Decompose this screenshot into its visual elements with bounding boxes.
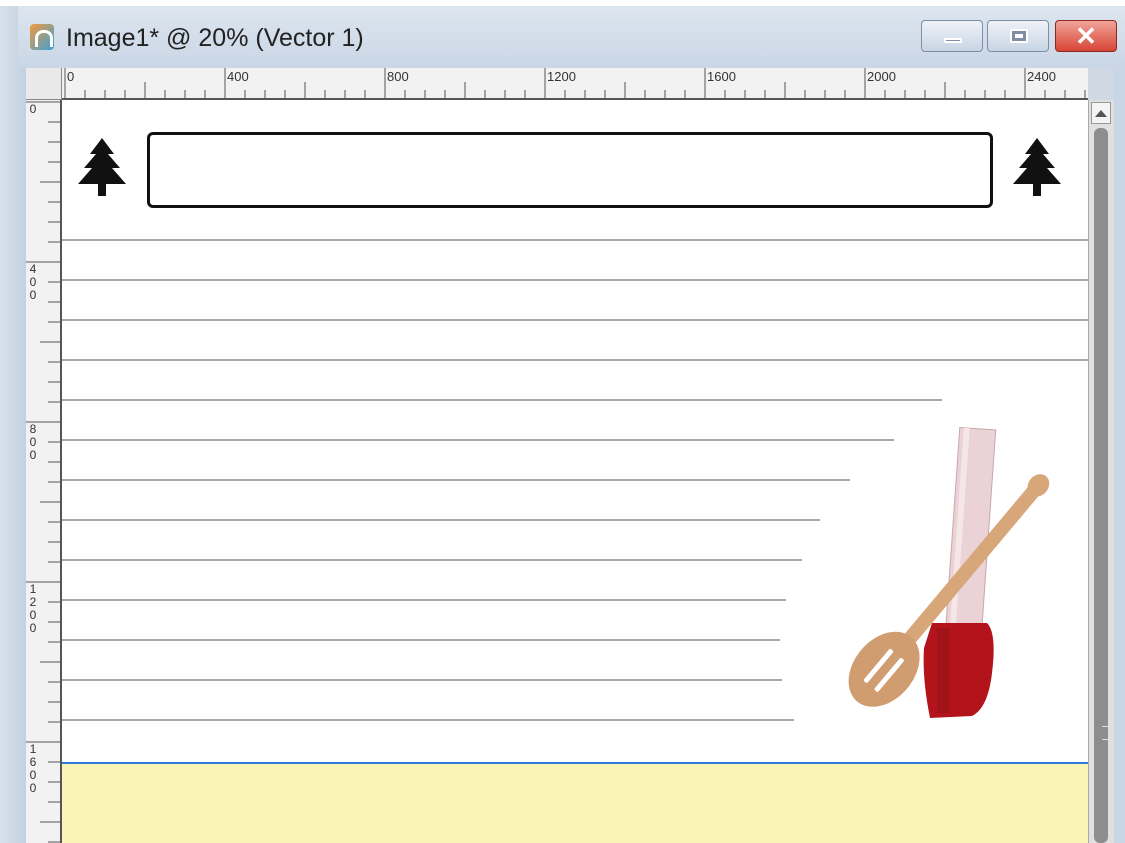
minimize-icon: [944, 38, 962, 43]
rule-line: [62, 519, 820, 521]
close-button[interactable]: ✕: [1055, 20, 1117, 52]
ruler-label: 1200: [547, 69, 576, 84]
window-frame-right: [1114, 68, 1125, 843]
maximize-button[interactable]: [987, 20, 1049, 52]
title-text-box[interactable]: [147, 132, 993, 208]
ruler-label: 400: [227, 69, 249, 84]
rule-line: [62, 359, 1088, 361]
ruler-corner: [26, 68, 62, 100]
tree-icon: [78, 138, 126, 196]
rule-line: [62, 399, 942, 401]
vertical-ruler-ticks: [26, 101, 60, 843]
rule-line: [62, 479, 850, 481]
rule-line: [62, 239, 1088, 241]
window-frame-left: [0, 0, 26, 843]
title-bar[interactable]: Image1* @ 20% (Vector 1) ✕: [18, 6, 1125, 68]
ruler-label: 8 0 0: [29, 422, 37, 462]
vertical-ruler[interactable]: 0 4 0 0 8 0 0 1 2 0 0 1 6 0 0: [26, 100, 62, 843]
maximize-icon: [1010, 29, 1028, 43]
ruler-label: 0: [67, 69, 75, 84]
rule-line: [62, 559, 802, 561]
ruler-label: 1 2 0 0: [29, 582, 37, 635]
ruler-label: 2400: [1027, 69, 1056, 84]
tree-icon: [1013, 138, 1061, 196]
window-title: Image1* @ 20% (Vector 1): [66, 24, 364, 52]
ruler-label: 800: [387, 69, 409, 84]
utensils-image: [848, 426, 1050, 718]
footer-band: [62, 762, 1088, 843]
ruler-label: 2000: [867, 69, 896, 84]
scroll-thumb[interactable]: [1094, 128, 1110, 843]
rule-line: [62, 279, 1088, 281]
rule-line: [62, 719, 794, 721]
rule-line: [62, 599, 786, 601]
grip-icon: [1102, 726, 1110, 740]
rule-line: [62, 319, 1088, 321]
ruler-label: 0: [29, 102, 37, 116]
close-icon: ✕: [1075, 21, 1097, 51]
rule-line: [62, 439, 894, 441]
horizontal-ruler[interactable]: 0 400 800 1200 1600 2000 2400: [62, 68, 1088, 100]
minimize-button[interactable]: [921, 20, 983, 52]
ruler-label: 1600: [707, 69, 736, 84]
app-icon: [30, 24, 54, 50]
scroll-up-icon[interactable]: [1091, 102, 1111, 124]
ruler-label: 4 0 0: [29, 262, 37, 302]
image-window: Image1* @ 20% (Vector 1) ✕ 0 400 800 120…: [0, 0, 1125, 843]
image-canvas[interactable]: [62, 100, 1088, 843]
vertical-scrollbar[interactable]: [1088, 100, 1114, 843]
rule-line: [62, 679, 782, 681]
rule-line: [62, 639, 780, 641]
ruler-label: 1 6 0 0: [29, 742, 37, 795]
